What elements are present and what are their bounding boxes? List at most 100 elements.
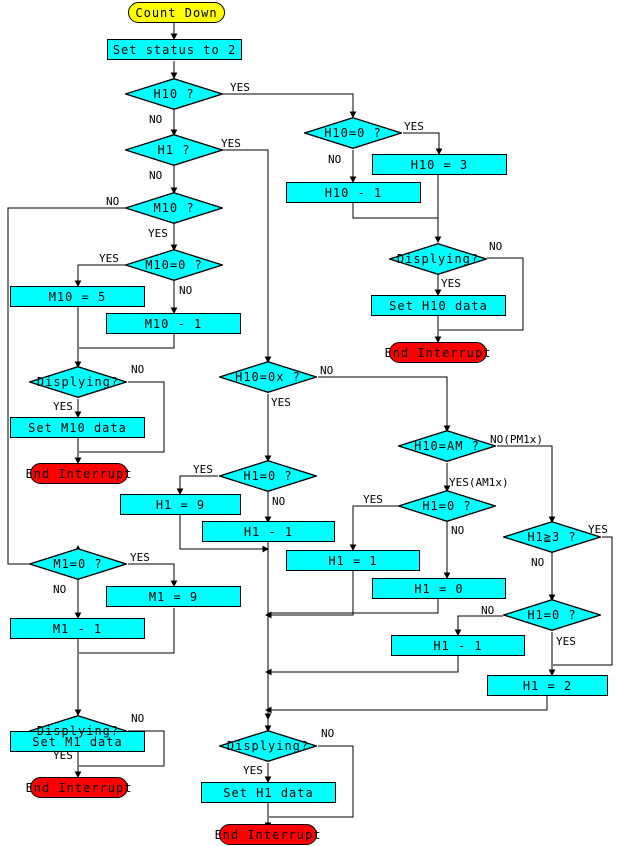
- decision-displaying-h10[interactable]: Displying?: [389, 243, 487, 275]
- edge-label-disp-h10-no: NO: [489, 240, 503, 253]
- edge-label-h1-set0-no: NO: [481, 604, 495, 617]
- edge-label-h1-ge3-no: NO: [531, 556, 545, 569]
- end-terminal-h10-label: End Interrupt: [384, 345, 492, 360]
- edge-label-h10-yes: YES: [230, 81, 250, 94]
- process-h1-set-9[interactable]: H1 = 9: [120, 494, 241, 515]
- edge-label-h10-eq0-no: NO: [328, 153, 342, 166]
- decision-displaying-m10[interactable]: Displying?: [29, 366, 127, 398]
- decision-h1-ge-3-label: H1≧3 ?: [527, 530, 577, 544]
- decision-h10-eq-0-label: H10=0 ?: [324, 126, 382, 140]
- edge-label-h1-eq0-left-yes: YES: [193, 463, 213, 476]
- process-set-status-label: Set status to 2: [112, 42, 237, 57]
- process-m10-decrement-label: M10 - 1: [144, 316, 203, 331]
- end-terminal-h1-label: End Interrupt: [214, 827, 322, 842]
- process-h1-set-0[interactable]: H1 = 0: [372, 578, 506, 599]
- edge-label-disp-m10-yes: YES: [53, 400, 73, 413]
- decision-h1-eq-0-am-label: H1=0 ?: [422, 499, 472, 513]
- edge-label-m10-eq0-no: NO: [179, 284, 193, 297]
- process-h1-decrement-right[interactable]: H1 - 1: [391, 635, 525, 656]
- process-set-m10-data[interactable]: Set M10 data: [10, 417, 145, 438]
- process-h1-decrement-left-label: H1 - 1: [243, 524, 294, 539]
- edge-label-disp-h10-yes: YES: [441, 277, 461, 290]
- edge-label-h1-eq0-am-yes: YES: [363, 493, 383, 506]
- edge-label-m1-eq0-no: NO: [53, 583, 67, 596]
- decision-displaying-h10-label: Displying?: [396, 252, 480, 266]
- decision-h1-eq-0-left[interactable]: H1=0 ?: [219, 460, 317, 492]
- decision-h1-eq-0-am[interactable]: H1=0 ?: [398, 490, 496, 522]
- edge-label-m10-yes: YES: [148, 227, 168, 240]
- flowchart-canvas: Count Down Set status to 2 H10 ? H1 ? M1…: [0, 0, 621, 846]
- edge-label-h10-0x-yes: YES: [271, 396, 291, 409]
- edge-label-h10-no: NO: [149, 113, 163, 126]
- process-m10-set-5[interactable]: M10 = 5: [10, 286, 145, 307]
- edge-label-h1-eq0-left-no: NO: [272, 495, 286, 508]
- end-terminal-h1[interactable]: End Interrupt: [215, 824, 320, 845]
- decision-displaying-m10-label: Displying?: [36, 375, 120, 389]
- process-h1-decrement-left[interactable]: H1 - 1: [202, 521, 335, 542]
- decision-displaying-h1-label: Displying?: [226, 739, 310, 753]
- decision-h10-eq-0[interactable]: H10=0 ?: [304, 117, 402, 149]
- process-set-status[interactable]: Set status to 2: [107, 39, 242, 60]
- process-h1-set-1[interactable]: H1 = 1: [286, 550, 420, 571]
- edge-label-h1-eq0-pm-yes: YES: [556, 635, 576, 648]
- process-m1-decrement[interactable]: M1 - 1: [10, 618, 145, 639]
- decision-h1-eq-0-pm-label: H1=0 ?: [527, 608, 577, 622]
- end-terminal-m10-label: End Interrupt: [25, 466, 133, 481]
- process-set-h1-data-label: Set H1 data: [223, 785, 314, 800]
- decision-m1-eq-0[interactable]: M1=0 ?: [29, 548, 127, 580]
- edge-label-disp-h1-yes: YES: [243, 764, 263, 777]
- edge-label-h10-am-no: NO(PM1x): [490, 433, 543, 446]
- end-terminal-m10[interactable]: End Interrupt: [26, 463, 131, 484]
- decision-m1-eq-0-label: M1=0 ?: [53, 557, 103, 571]
- process-h1-set-2[interactable]: H1 = 2: [487, 675, 608, 696]
- edge-label-disp-h1-no: NO: [321, 727, 335, 740]
- edge-label-h10-am-yes: YES(AM1x): [449, 476, 509, 489]
- edge-label-h10-eq0-yes: YES: [404, 120, 424, 133]
- decision-h10-eq-am[interactable]: H10=AM ?: [398, 430, 496, 462]
- process-h1-set-9-label: H1 = 9: [155, 497, 206, 512]
- process-set-m10-data-label: Set M10 data: [28, 420, 127, 435]
- edge-label-disp-m1-yes: YES: [53, 749, 73, 762]
- decision-m10-eq-0[interactable]: M10=0 ?: [125, 249, 223, 281]
- decision-m10[interactable]: M10 ?: [125, 192, 223, 224]
- decision-h1[interactable]: H1 ?: [125, 134, 223, 166]
- process-m10-set-5-label: M10 = 5: [48, 289, 107, 304]
- process-set-h10-data-label: Set H10 data: [389, 298, 488, 313]
- decision-h1-ge-3[interactable]: H1≧3 ?: [503, 521, 601, 553]
- edge-label-m10-eq0-yes: YES: [99, 252, 119, 265]
- process-h10-set-3-label: H10 = 3: [410, 157, 469, 172]
- process-h10-set-3[interactable]: H10 = 3: [372, 154, 507, 175]
- edge-label-disp-m1-no: NO: [131, 712, 145, 725]
- decision-displaying-m1-label: Displying?: [36, 724, 120, 738]
- process-m1-set-9[interactable]: M1 = 9: [106, 586, 241, 607]
- decision-h10-eq-0x[interactable]: H10=0x ?: [219, 361, 317, 393]
- process-h1-set-0-label: H1 = 0: [414, 581, 464, 596]
- decision-displaying-h1[interactable]: Displying?: [219, 730, 317, 762]
- end-terminal-h10[interactable]: End Interrupt: [385, 342, 490, 363]
- decision-h1-eq-0-pm[interactable]: H1=0 ?: [503, 599, 601, 631]
- edge-label-disp-m10-no: NO: [131, 363, 145, 376]
- process-h1-decrement-right-label: H1 - 1: [433, 638, 483, 653]
- process-h10-decrement-label: H10 - 1: [324, 185, 383, 200]
- decision-h10-eq-am-label: H10=AM ?: [414, 439, 480, 453]
- start-terminal-label: Count Down: [135, 5, 218, 20]
- process-h10-decrement[interactable]: H10 - 1: [286, 182, 421, 203]
- start-terminal-count-down[interactable]: Count Down: [128, 2, 225, 23]
- edge-label-h10-0x-no: NO: [320, 364, 334, 377]
- edge-label-h1-eq0-am-no: NO: [451, 524, 465, 537]
- process-m10-decrement[interactable]: M10 - 1: [106, 313, 241, 334]
- process-set-h1-data[interactable]: Set H1 data: [201, 782, 336, 803]
- decision-h10-label: H10 ?: [153, 87, 195, 101]
- edge-label-h1-ge3-yes: YES: [588, 523, 608, 536]
- edge-label-m1-eq0-yes: YES: [130, 551, 150, 564]
- decision-h1-label: H1 ?: [157, 143, 191, 157]
- process-m1-set-9-label: M1 = 9: [148, 589, 199, 604]
- edge-label-h1-no: NO: [149, 169, 163, 182]
- decision-h10[interactable]: H10 ?: [125, 78, 223, 110]
- process-set-h10-data[interactable]: Set H10 data: [371, 295, 506, 316]
- end-terminal-m1[interactable]: End Interrupt: [26, 777, 131, 798]
- decision-h1-eq-0-left-label: H1=0 ?: [243, 469, 293, 483]
- decision-m10-eq-0-label: M10=0 ?: [145, 258, 203, 272]
- decision-h10-eq-0x-label: H10=0x ?: [235, 370, 301, 384]
- process-m1-decrement-label: M1 - 1: [52, 621, 103, 636]
